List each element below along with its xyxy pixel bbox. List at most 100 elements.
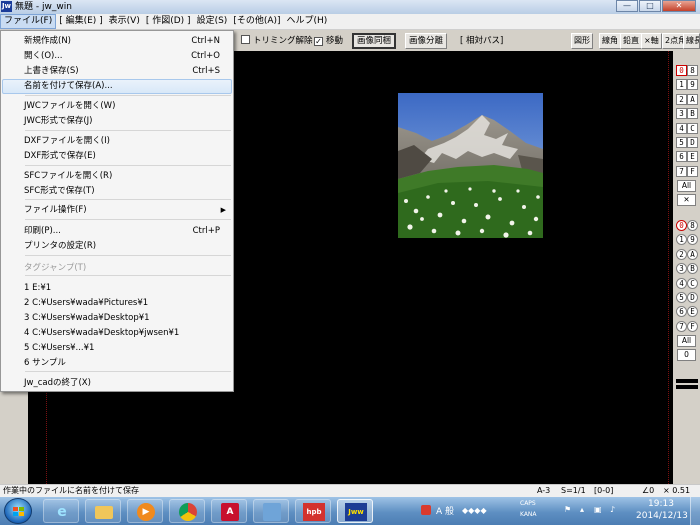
menu-view[interactable]: 表示(V)	[106, 14, 143, 29]
layer-zero-button[interactable]: 0	[677, 349, 696, 361]
layer-button-0[interactable]: 0	[676, 220, 687, 231]
layer-button-4[interactable]: 4	[676, 277, 687, 289]
menu-file-ops[interactable]: ファイル操作(F) ▶	[2, 203, 232, 218]
jww-taskbar-button[interactable]: Jww	[337, 499, 373, 523]
clock-date[interactable]: 2014/12/13	[636, 511, 688, 521]
menu-recent-1[interactable]: 1 E:¥1	[2, 281, 232, 296]
menu-file[interactable]: ファイル(F)	[0, 14, 57, 29]
menu-save-sfc[interactable]: SFC形式で保存(T)	[2, 184, 232, 199]
menu-print[interactable]: 印刷(P)... Ctrl+P	[2, 224, 232, 239]
app-taskbar-button[interactable]	[253, 499, 289, 523]
explorer-taskbar-button[interactable]	[85, 499, 121, 523]
paper-size[interactable]: A-3	[537, 485, 550, 497]
relative-path-toggle[interactable]: [ 相対パス]	[460, 33, 503, 49]
layer-group-button-E[interactable]: E	[687, 151, 698, 163]
layer-group-button-4[interactable]: 4	[676, 122, 687, 134]
layer-group-button-A[interactable]: A	[687, 93, 698, 105]
menu-exit[interactable]: Jw_cadの終了(X)	[2, 376, 232, 391]
layer-indicator[interactable]: [0-0]	[594, 485, 613, 497]
menu-open-sfc[interactable]: SFCファイルを開く(R)	[2, 169, 232, 184]
layer-group-button-D[interactable]: D	[687, 137, 698, 148]
menu-draw[interactable]: [ 作図(D) ]	[143, 14, 194, 29]
menu-recent-5[interactable]: 5 C:¥Users¥...¥1	[2, 341, 232, 356]
layer-button-B[interactable]: B	[687, 263, 698, 275]
vertical-button[interactable]: 鉛直	[620, 33, 642, 49]
trimming-checkbox[interactable]: トリミング解除	[241, 33, 313, 49]
minimize-button[interactable]: —	[616, 0, 638, 12]
layer-button-6[interactable]: 6	[676, 306, 687, 318]
menu-settings[interactable]: 設定(S)	[194, 14, 231, 29]
layer-button-7[interactable]: 7	[676, 320, 687, 332]
layer-group-button-C[interactable]: C	[687, 122, 698, 134]
layer-group-button-6[interactable]: 6	[676, 151, 687, 163]
menu-recent-4[interactable]: 4 C:¥Users¥wada¥Desktop¥jwsen¥1	[2, 326, 232, 341]
layer-group-button-1[interactable]: 1	[676, 79, 687, 91]
scale-indicator[interactable]: S=1/1	[561, 485, 586, 497]
start-button[interactable]	[4, 498, 32, 524]
layer-button-C[interactable]: C	[687, 277, 698, 289]
layer-group-button-5[interactable]: 5	[676, 137, 687, 148]
maximize-button[interactable]: □	[639, 0, 661, 12]
show-desktop-button[interactable]	[690, 497, 700, 525]
move-checkbox[interactable]: ✓ 移動	[314, 33, 343, 49]
layer-group-button-2[interactable]: 2	[676, 93, 687, 105]
ime-mode[interactable]: A 般	[436, 504, 454, 517]
menu-printer-settings[interactable]: プリンタの設定(R)	[2, 239, 232, 254]
menu-recent-2[interactable]: 2 C:¥Users¥wada¥Pictures¥1	[2, 296, 232, 311]
angle-indicator[interactable]: ∠0	[642, 485, 654, 497]
network-icon[interactable]: ▣	[594, 505, 602, 514]
menu-open-dxf[interactable]: DXFファイルを開く(I)	[2, 134, 232, 149]
menu-open[interactable]: 開く(O)... Ctrl+O	[2, 49, 232, 64]
acrobat-taskbar-button[interactable]: A	[211, 499, 247, 523]
layer-group-button-0[interactable]: 0	[676, 65, 687, 76]
layer-button-D[interactable]: D	[687, 292, 698, 303]
all-groups-button[interactable]: All	[677, 180, 696, 192]
layer-group-button-3[interactable]: 3	[676, 108, 687, 120]
image-split-button[interactable]: 画像分離	[405, 33, 448, 49]
layer-group-button-7[interactable]: 7	[676, 165, 687, 177]
chevron-up-icon[interactable]: ▴	[580, 505, 584, 514]
layer-group-button-9[interactable]: 9	[687, 79, 698, 91]
layer-button-1[interactable]: 1	[676, 234, 687, 246]
chrome-taskbar-button[interactable]	[169, 499, 205, 523]
hpb-taskbar-button[interactable]: hpb	[295, 499, 331, 523]
close-icon[interactable]: ✕	[677, 194, 696, 206]
layer-button-3[interactable]: 3	[676, 263, 687, 275]
menu-help[interactable]: ヘルプ(H)	[284, 14, 331, 29]
layer-group-button-8[interactable]: 8	[687, 65, 698, 76]
menu-other[interactable]: [その他(A)]	[230, 14, 283, 29]
image-same-button[interactable]: 画像同梱	[352, 33, 397, 49]
menu-save[interactable]: 上書き保存(S) Ctrl+S	[2, 64, 232, 79]
zoom-ratio[interactable]: × 0.51	[663, 485, 690, 497]
menu-recent-3[interactable]: 3 C:¥Users¥wada¥Desktop¥1	[2, 311, 232, 326]
layer-group-button-F[interactable]: F	[687, 165, 698, 177]
menu-save-as[interactable]: 名前を付けて保存(A)...	[2, 79, 232, 94]
layer-button-2[interactable]: 2	[676, 248, 687, 260]
x-axis-button[interactable]: ×軸	[641, 33, 662, 49]
close-button[interactable]: ✕	[662, 0, 696, 12]
line-angle-button[interactable]: 線角	[599, 33, 621, 49]
line-length-button[interactable]: 線長	[683, 33, 700, 49]
ime-tools-icon[interactable]: ◆◆◆◆	[462, 506, 487, 515]
layer-button-5[interactable]: 5	[676, 292, 687, 303]
layer-button-9[interactable]: 9	[687, 234, 698, 246]
volume-icon[interactable]: ♪	[610, 505, 615, 514]
menu-new[interactable]: 新規作成(N) Ctrl+N	[2, 34, 232, 49]
media-player-taskbar-button[interactable]: ▶	[127, 499, 163, 523]
all-layers-button[interactable]: All	[677, 335, 696, 347]
flag-icon[interactable]: ⚑	[564, 505, 571, 514]
shape-button[interactable]: 図形	[571, 33, 593, 49]
menu-open-jwc[interactable]: JWCファイルを開く(W)	[2, 99, 232, 114]
menu-recent-6[interactable]: 6 サンプル	[2, 356, 232, 371]
layer-button-E[interactable]: E	[687, 306, 698, 318]
clock-time[interactable]: 19:13	[648, 499, 674, 509]
layer-button-8[interactable]: 8	[687, 220, 698, 231]
layer-button-F[interactable]: F	[687, 320, 698, 332]
menu-save-jwc[interactable]: JWC形式で保存(J)	[2, 114, 232, 129]
ime-icon[interactable]	[421, 505, 431, 515]
layer-group-button-B[interactable]: B	[687, 108, 698, 120]
layer-button-A[interactable]: A	[687, 248, 698, 260]
menu-save-dxf[interactable]: DXF形式で保存(E)	[2, 149, 232, 164]
mountain-photo-image[interactable]	[398, 93, 543, 238]
menu-edit[interactable]: [ 編集(E) ]	[56, 14, 105, 29]
